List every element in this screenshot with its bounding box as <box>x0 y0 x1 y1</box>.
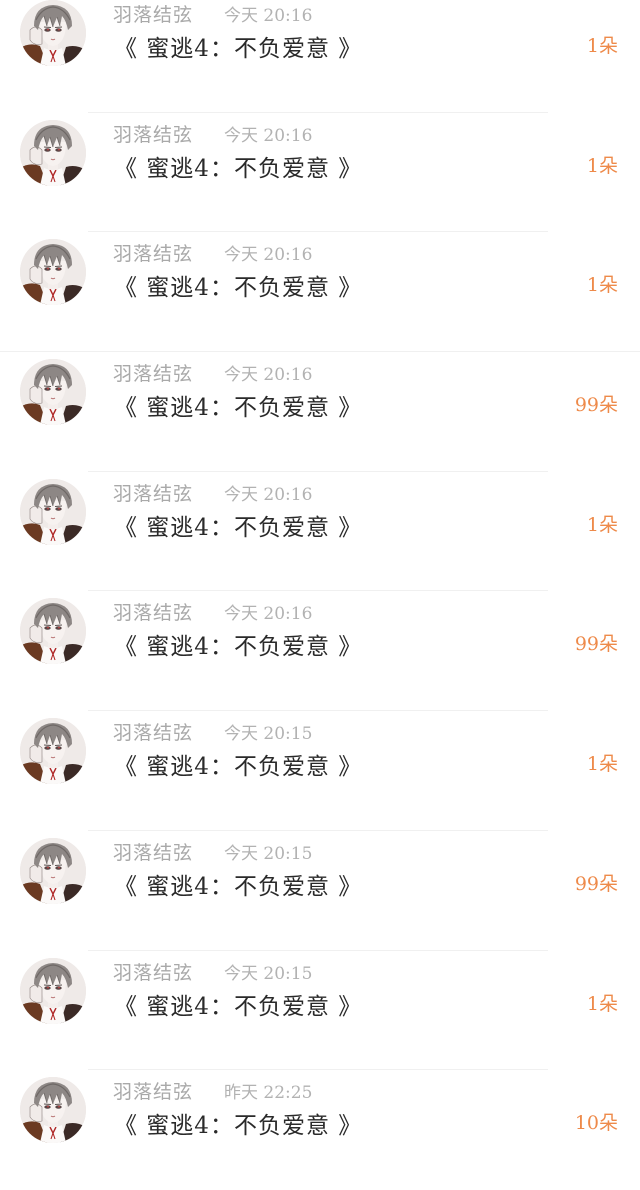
flower-count: 99朵 <box>574 394 618 417</box>
gift-book-title: 《 蜜逃4：不负爱意 》 <box>114 155 363 182</box>
user-avatar[interactable] <box>20 359 86 426</box>
username[interactable]: 羽落结弦 <box>113 1077 193 1104</box>
gift-record-row[interactable]: 羽落结弦 今天 20:15 《 蜜逃4：不负爱意 》 1朵 <box>0 711 640 831</box>
gift-book-title: 《 蜜逃4：不负爱意 》 <box>114 1113 363 1140</box>
gift-record-list: 羽落结弦 今天 20:16 《 蜜逃4：不负爱意 》 1朵 羽落结弦 今天 20… <box>0 0 640 1190</box>
username[interactable]: 羽落结弦 <box>113 479 193 506</box>
user-avatar[interactable] <box>20 1077 86 1144</box>
gift-record-row[interactable]: 羽落结弦 今天 20:15 《 蜜逃4：不负爱意 》 99朵 <box>0 831 640 951</box>
flower-count: 99朵 <box>574 633 618 656</box>
timestamp: 今天 20:15 <box>224 963 313 984</box>
user-avatar[interactable] <box>20 0 86 66</box>
timestamp: 今天 20:15 <box>224 843 313 864</box>
flower-count: 1朵 <box>586 513 618 536</box>
gift-record-row[interactable]: 羽落结弦 昨天 22:25 《 蜜逃4：不负爱意 》 10朵 <box>0 1070 640 1190</box>
user-avatar[interactable] <box>20 478 86 545</box>
flower-count: 10朵 <box>574 1112 618 1135</box>
timestamp: 今天 20:16 <box>224 245 313 266</box>
user-avatar[interactable] <box>20 718 86 785</box>
flower-count: 1朵 <box>586 154 618 177</box>
flower-count: 1朵 <box>586 274 618 297</box>
gift-book-title: 《 蜜逃4：不负爱意 》 <box>114 634 363 661</box>
timestamp: 昨天 22:25 <box>224 1083 313 1104</box>
username[interactable]: 羽落结弦 <box>113 359 193 386</box>
user-avatar[interactable] <box>20 957 86 1024</box>
timestamp: 今天 20:16 <box>224 6 313 26</box>
username[interactable]: 羽落结弦 <box>113 838 193 865</box>
timestamp: 今天 20:15 <box>224 724 313 745</box>
gift-book-title: 《 蜜逃4：不负爱意 》 <box>114 36 363 62</box>
gift-book-title: 《 蜜逃4：不负爱意 》 <box>114 395 363 422</box>
flower-count: 1朵 <box>586 35 618 57</box>
gift-book-title: 《 蜜逃4：不负爱意 》 <box>114 514 363 541</box>
gift-book-title: 《 蜜逃4：不负爱意 》 <box>114 873 363 900</box>
timestamp: 今天 20:16 <box>224 125 313 146</box>
user-avatar[interactable] <box>20 598 86 665</box>
flower-count: 1朵 <box>586 753 618 776</box>
gift-record-row[interactable]: 羽落结弦 今天 20:16 《 蜜逃4：不负爱意 》 1朵 <box>0 232 640 353</box>
gift-record-row[interactable]: 羽落结弦 今天 20:16 《 蜜逃4：不负爱意 》 99朵 <box>0 352 640 472</box>
gift-record-row[interactable]: 羽落结弦 今天 20:16 《 蜜逃4：不负爱意 》 1朵 <box>0 113 640 233</box>
timestamp: 今天 20:16 <box>224 365 313 386</box>
username[interactable]: 羽落结弦 <box>113 0 193 27</box>
username[interactable]: 羽落结弦 <box>113 598 193 625</box>
username[interactable]: 羽落结弦 <box>113 239 193 266</box>
flower-count: 99朵 <box>574 872 618 895</box>
username[interactable]: 羽落结弦 <box>113 958 193 985</box>
user-avatar[interactable] <box>20 119 86 186</box>
username[interactable]: 羽落结弦 <box>113 120 193 147</box>
gift-record-row[interactable]: 羽落结弦 今天 20:16 《 蜜逃4：不负爱意 》 1朵 <box>0 472 640 592</box>
gift-record-row[interactable]: 羽落结弦 今天 20:15 《 蜜逃4：不负爱意 》 1朵 <box>0 951 640 1071</box>
gift-book-title: 《 蜜逃4：不负爱意 》 <box>114 993 363 1020</box>
gift-record-row[interactable]: 羽落结弦 今天 20:16 《 蜜逃4：不负爱意 》 1朵 <box>0 0 640 113</box>
user-avatar[interactable] <box>20 837 86 904</box>
timestamp: 今天 20:16 <box>224 604 313 625</box>
timestamp: 今天 20:16 <box>224 484 313 505</box>
username[interactable]: 羽落结弦 <box>113 718 193 745</box>
gift-record-row[interactable]: 羽落结弦 今天 20:16 《 蜜逃4：不负爱意 》 99朵 <box>0 591 640 712</box>
flower-count: 1朵 <box>586 992 618 1015</box>
user-avatar[interactable] <box>20 239 86 306</box>
gift-book-title: 《 蜜逃4：不负爱意 》 <box>114 754 363 781</box>
gift-book-title: 《 蜜逃4：不负爱意 》 <box>114 275 363 302</box>
